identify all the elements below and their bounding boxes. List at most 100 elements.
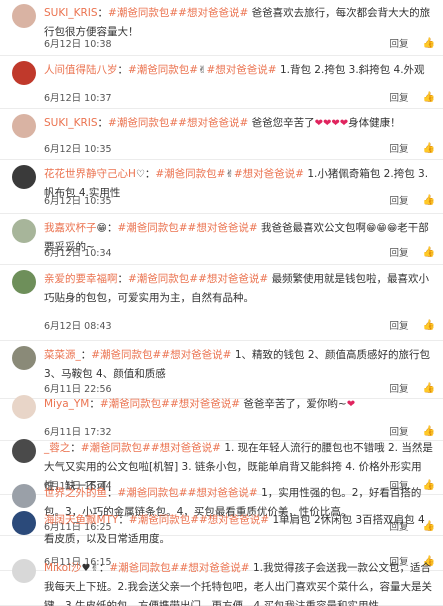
comment-item: 花花世界静守己心H♡：#潮爸同款包#✌#想对爸爸说# 1.小猪佩奇箱包 2.挎包…	[0, 161, 443, 214]
comment-text: 身体健康！	[348, 117, 401, 129]
avatar[interactable]	[12, 4, 36, 28]
comment-item: 人间值得陆八岁：#潮爸同款包#✌#想对爸爸说# 1.背包 2.挎包 3.斜挎包 …	[0, 57, 443, 109]
comment-username[interactable]: 世界之外的鱼	[44, 487, 107, 499]
hashtag-link[interactable]: #想对爸爸说#	[188, 487, 258, 499]
comment-timestamp: 6月12日 08:43	[44, 321, 112, 332]
hashtag-link[interactable]: #潮爸同款包#	[128, 64, 198, 76]
avatar-image	[12, 559, 36, 583]
comment-actions: 回复 👍	[390, 245, 435, 260]
comment-item: 亲爱的要幸福啊：#潮爸同款包##想对爸爸说# 最频繁使用就是钱包啦，最喜欢小巧贴…	[0, 266, 443, 341]
hashtag-link[interactable]: #潮爸同款包#	[118, 487, 188, 499]
comment-username[interactable]: SUKI_KRIS	[44, 117, 98, 129]
hashtag-link[interactable]: #想对爸爸说#	[170, 398, 240, 410]
comment-item: Mikoi沙♥✌：#潮爸同款包##想对爸爸说# 1.我觉得孩子会送我一款公文包，…	[0, 555, 443, 606]
reply-button[interactable]: 回复	[390, 36, 409, 50]
reply-button[interactable]: 回复	[390, 245, 409, 259]
hashtag-link[interactable]: #想对爸爸说#	[198, 273, 268, 285]
hashtag-link[interactable]: #想对爸爸说#	[179, 562, 249, 574]
heart-icon: ❤	[346, 399, 356, 410]
comment-timestamp: 6月12日 10:34	[44, 248, 112, 259]
comment-body: SUKI_KRIS：#潮爸同款包##想对爸爸说# 爸爸您辛苦了❤❤❤❤身体健康！	[44, 117, 401, 129]
comment-username[interactable]: SUKI_KRIS	[44, 7, 98, 19]
comment-username[interactable]: 花花世界静守己心H	[44, 168, 136, 180]
avatar[interactable]	[12, 559, 36, 583]
comment-text: 爸爸辛苦了，爱你哟~	[243, 398, 347, 410]
comment-username[interactable]: 我嘉欢杯子	[44, 222, 97, 234]
avatar[interactable]	[12, 114, 36, 138]
avatar-image	[12, 484, 36, 508]
hashtag-link[interactable]: #潮爸同款包#	[100, 398, 170, 410]
avatar[interactable]	[12, 511, 36, 535]
emoji-icon: ♥✌	[81, 563, 99, 574]
avatar[interactable]	[12, 439, 36, 463]
hashtag-link[interactable]: #潮爸同款包#	[91, 349, 161, 361]
reply-button[interactable]: 回复	[390, 141, 409, 155]
thumb-up-icon[interactable]: 👍	[423, 247, 435, 258]
comment-actions: 回复 👍	[390, 141, 435, 156]
avatar-image	[12, 511, 36, 535]
hashtag-link[interactable]: #想对爸爸说#	[188, 222, 258, 234]
comment-timestamp: 6月12日 10:35	[44, 196, 112, 207]
avatar-image	[12, 114, 36, 138]
hashtag-link[interactable]: #潮爸同款包#	[155, 168, 225, 180]
comment-username[interactable]: Mikoi沙	[44, 562, 82, 574]
thumb-up-icon[interactable]: 👍	[423, 320, 435, 331]
emoji-icon: 😁😁😁	[366, 223, 398, 234]
avatar[interactable]	[12, 346, 36, 370]
avatar[interactable]	[12, 270, 36, 294]
comment-timestamp: 6月12日 10:38	[44, 39, 112, 50]
avatar-image	[12, 346, 36, 370]
hashtag-link[interactable]: #想对爸爸说#	[207, 64, 277, 76]
comment-body: 菜菜源_：#潮爸同款包##想对爸爸说# 1、精致的钱包 2、颜值高质感好的旅行包…	[44, 349, 431, 380]
comment-actions: 回复 👍	[390, 318, 435, 333]
avatar[interactable]	[12, 165, 36, 189]
hashtag-link[interactable]: #潮爸同款包#	[81, 442, 151, 454]
avatar[interactable]	[12, 61, 36, 85]
comment-username[interactable]: 亲爱的要幸福啊	[44, 273, 118, 285]
emoji-icon: ♡	[135, 169, 145, 180]
reply-button[interactable]: 回复	[390, 193, 409, 207]
reply-button[interactable]: 回复	[390, 90, 409, 104]
comment-timestamp: 6月12日 10:37	[44, 93, 112, 104]
hashtag-link[interactable]: #潮爸同款包#	[117, 222, 187, 234]
comment-item: SUKI_KRIS：#潮爸同款包##想对爸爸说# 爸爸您辛苦了❤❤❤❤身体健康！…	[0, 110, 443, 160]
hashtag-link[interactable]: #想对爸爸说#	[178, 7, 248, 19]
comment-username[interactable]: 人间值得陆八岁	[44, 64, 118, 76]
comment-body: 人间值得陆八岁：#潮爸同款包#✌#想对爸爸说# 1.背包 2.挎包 3.斜挎包 …	[44, 64, 425, 76]
comment-username[interactable]: 菜菜源_	[44, 349, 81, 361]
avatar[interactable]	[12, 484, 36, 508]
comment-username[interactable]: 海阔天鱼飘MTY	[44, 514, 118, 526]
hashtag-link[interactable]: #想对爸爸说#	[234, 168, 304, 180]
hashtag-link[interactable]: #想对爸爸说#	[151, 442, 221, 454]
hashtag-link[interactable]: #潮爸同款包#	[108, 7, 178, 19]
thumb-up-icon[interactable]: 👍	[423, 92, 435, 103]
comment-text: 爸爸您辛苦了	[251, 117, 315, 129]
thumb-up-icon[interactable]: 👍	[423, 38, 435, 49]
hashtag-link[interactable]: #想对爸爸说#	[161, 349, 231, 361]
avatar-image	[12, 61, 36, 85]
avatar-image	[12, 395, 36, 419]
comment-item: 我嘉欢杯子😁：#潮爸同款包##想对爸爸说# 我爸爸最喜欢公文包啊😁😁😁老干部要妥…	[0, 215, 443, 265]
comment-item: SUKI_KRIS：#潮爸同款包##想对爸爸说# 爸爸喜欢去旅行，每次都会背大大…	[0, 0, 443, 56]
avatar-image	[12, 270, 36, 294]
hashtag-link[interactable]: #潮爸同款包#	[129, 514, 199, 526]
hashtag-link[interactable]: #潮爸同款包#	[109, 562, 179, 574]
comment-item: Miya_YM：#潮爸同款包##想对爸爸说# 爸爸辛苦了，爱你哟~❤ 6月11日 …	[0, 391, 443, 441]
reply-button[interactable]: 回复	[390, 318, 409, 332]
comment-body: 海阔天鱼飘MTY：#潮爸同款包##想对爸爸说# 1单肩包 2休闲包 3百搭双肩包…	[44, 514, 425, 545]
hashtag-link[interactable]: #潮爸同款包#	[128, 273, 198, 285]
thumb-up-icon[interactable]: 👍	[423, 143, 435, 154]
comment-username[interactable]: Miya_YM	[44, 398, 89, 410]
comment-text: 我爸爸最喜欢公文包啊	[261, 222, 366, 234]
avatar[interactable]	[12, 395, 36, 419]
hashtag-link[interactable]: #想对爸爸说#	[178, 117, 248, 129]
comment-actions: 回复 👍	[390, 36, 435, 51]
thumb-up-icon[interactable]: 👍	[423, 195, 435, 206]
hashtag-link[interactable]: #想对爸爸说#	[199, 514, 269, 526]
avatar[interactable]	[12, 219, 36, 243]
hashtag-link[interactable]: #潮爸同款包#	[108, 117, 178, 129]
emoji-icon: ✌	[198, 65, 207, 76]
comment-actions: 回复 👍	[390, 193, 435, 208]
comment-text: 1.背包 2.挎包 3.斜挎包 4.外观	[279, 64, 425, 76]
comment-username[interactable]: _蓉之	[44, 442, 70, 454]
